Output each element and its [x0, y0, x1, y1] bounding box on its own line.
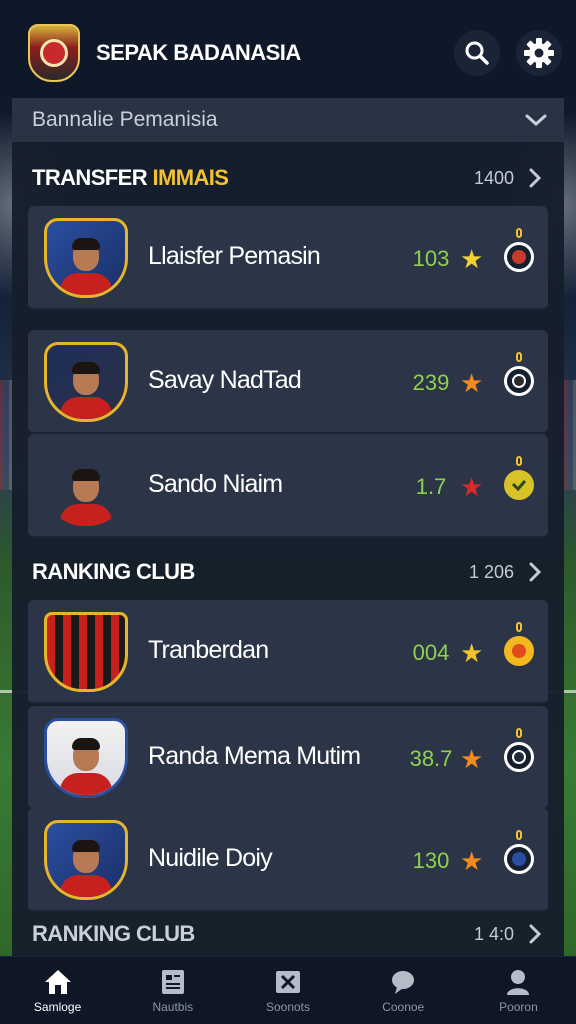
tab-scores[interactable]: Soonots	[230, 957, 345, 1024]
player-name: Randa Mema Mutim	[148, 742, 361, 770]
player-score: 130	[412, 848, 450, 873]
player-score: 38.7	[409, 746, 453, 771]
star-icon[interactable]: ★	[460, 370, 483, 396]
player-avatar	[44, 820, 128, 900]
club-badge-icon	[504, 742, 534, 772]
star-icon[interactable]: ★	[460, 246, 483, 272]
player-card[interactable]: Savay NadTad 239 ★	[28, 330, 548, 434]
tab-news[interactable]: Nautbis	[115, 957, 230, 1024]
club-name: Tranberdan	[148, 636, 269, 664]
close-box-icon	[276, 970, 300, 993]
player-score: 1.7	[415, 474, 447, 499]
tab-profile[interactable]: Pooron	[461, 957, 576, 1024]
player-name: Sando Niaim	[148, 470, 283, 498]
tab-chat[interactable]: Coonoe	[346, 957, 461, 1024]
player-name: Llaisfer Pemasin	[148, 242, 321, 270]
player-card[interactable]: Sando Niaim 1.7 ★	[28, 434, 548, 538]
player-avatar	[44, 218, 128, 298]
user-icon	[507, 969, 530, 995]
section-header-ranking[interactable]: RANKING CLUB 1 206	[12, 552, 564, 592]
star-icon[interactable]: ★	[460, 640, 483, 666]
app-title: SEPAK BADANASIA	[96, 40, 301, 65]
club-crest	[44, 612, 128, 692]
star-icon[interactable]: ★	[460, 848, 483, 874]
player-card[interactable]: Llaisfer Pemasin 103 ★	[28, 206, 548, 310]
star-icon[interactable]: ★	[460, 746, 483, 772]
settings-button[interactable]	[516, 30, 562, 76]
home-icon	[44, 969, 71, 994]
player-avatar	[44, 718, 128, 798]
player-name: Nuidile Doiy	[148, 844, 273, 872]
chevron-right-icon	[529, 562, 542, 582]
club-card[interactable]: Tranberdan 004 ★	[28, 600, 548, 704]
club-badge-icon	[504, 636, 534, 666]
section-count: 1400	[473, 167, 514, 188]
clipboard-icon	[161, 969, 184, 994]
content-panel: Bannalie Pemanisia TRANSFER IMMAIS 1400 …	[12, 98, 564, 956]
chat-icon	[392, 970, 415, 994]
club-badge-icon	[504, 844, 534, 874]
section-count: 1 4:0	[473, 923, 514, 944]
check-badge-icon	[504, 470, 534, 500]
gear-icon	[524, 38, 554, 68]
chevron-down-icon	[525, 114, 547, 127]
club-badge-icon	[504, 242, 534, 272]
search-icon	[465, 41, 489, 65]
player-score: 239	[412, 370, 450, 395]
star-icon[interactable]: ★	[460, 474, 483, 500]
player-avatar	[44, 342, 128, 422]
section-title: RANKING CLUB	[32, 559, 195, 584]
player-name: Savay NadTad	[148, 366, 302, 394]
player-score: 103	[412, 246, 450, 271]
tab-home[interactable]: Samloge	[0, 957, 115, 1024]
player-card[interactable]: Randa Mema Mutim 38.7 ★	[28, 706, 548, 810]
player-card[interactable]: Nuidile Doiy 130 ★	[28, 808, 548, 912]
league-dropdown[interactable]: Bannalie Pemanisia	[12, 98, 564, 142]
section-title: TRANSFER IMMAIS	[32, 165, 229, 190]
search-button[interactable]	[454, 30, 500, 76]
section-header-ranking-2[interactable]: RANKING CLUB 1 4:0	[12, 914, 564, 954]
chevron-right-icon	[529, 924, 542, 944]
player-avatar	[44, 446, 128, 526]
club-logo[interactable]	[28, 24, 80, 82]
section-count: 1 206	[468, 561, 514, 582]
bottom-tab-bar: Samloge Nautbis Soonots Coonoe Pooron	[0, 956, 576, 1024]
section-title: RANKING CLUB	[32, 921, 195, 946]
chevron-right-icon	[529, 168, 542, 188]
club-badge-icon	[504, 366, 534, 396]
section-header-transfer[interactable]: TRANSFER IMMAIS 1400	[12, 158, 564, 198]
dropdown-value: Bannalie Pemanisia	[32, 108, 218, 131]
club-score: 004	[412, 640, 450, 665]
app-header: SEPAK BADANASIA	[0, 0, 576, 98]
